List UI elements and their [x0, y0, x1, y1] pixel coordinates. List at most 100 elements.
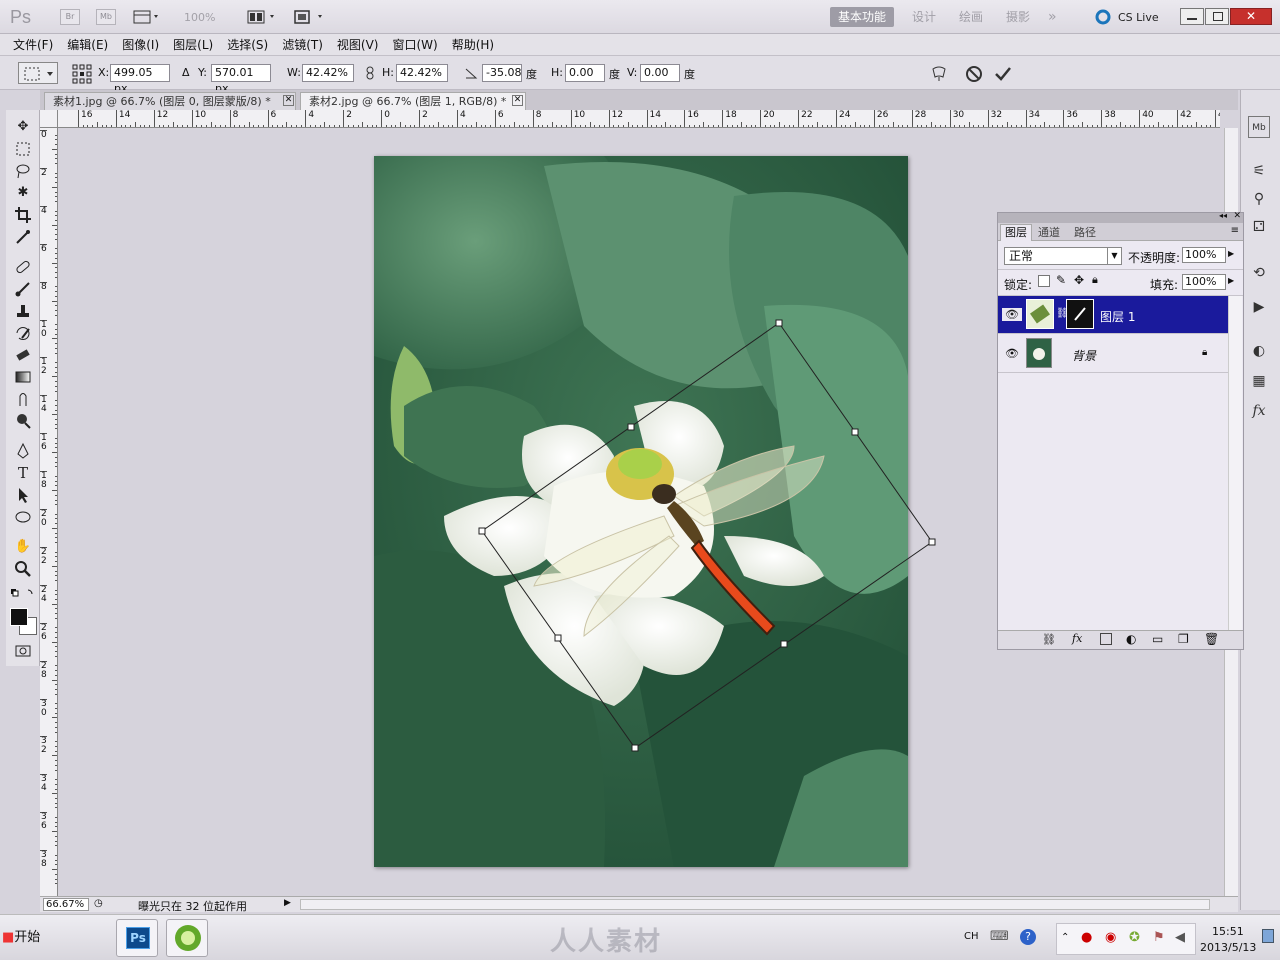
tab-paths[interactable]: 路径 [1070, 225, 1100, 241]
view-extras-button[interactable] [132, 9, 162, 25]
y-position-field[interactable]: 570.01 px [211, 64, 271, 95]
vertical-skew-field[interactable]: 0.00 [640, 64, 680, 82]
workspace-design[interactable]: 设计 [904, 7, 944, 27]
move-tool-icon[interactable]: ✥ [14, 118, 32, 136]
workspace-painting[interactable]: 绘画 [951, 7, 991, 27]
lock-pixels-icon[interactable]: ✎ [1056, 273, 1066, 287]
default-colors-icon[interactable] [10, 588, 36, 600]
adjustment-layer-icon[interactable]: ◐ [1126, 632, 1136, 646]
eyedropper-tool-icon[interactable] [14, 228, 32, 246]
type-tool-icon[interactable]: T [14, 464, 32, 482]
status-info-icon[interactable]: ◷ [94, 898, 108, 911]
menu-edit[interactable]: 编辑(E) [60, 34, 115, 56]
lock-all-icon[interactable]: 🔒︎ [1092, 273, 1098, 287]
styles-panel-icon[interactable]: fx [1248, 400, 1270, 422]
antivirus-icon[interactable]: ◉ [1105, 930, 1116, 945]
layers-scrollbar[interactable] [1228, 296, 1242, 630]
foreground-color-swatch[interactable] [10, 608, 28, 626]
lasso-tool-icon[interactable] [14, 162, 32, 180]
help-icon[interactable]: ? [1020, 929, 1036, 945]
more-workspaces-button[interactable]: » [1040, 7, 1065, 27]
lock-position-icon[interactable]: ✥ [1074, 273, 1084, 287]
relative-position-icon[interactable]: Δ [182, 66, 190, 79]
layer-mask-thumbnail[interactable] [1066, 299, 1094, 329]
swatches-panel-icon[interactable]: ▦ [1248, 370, 1270, 392]
cancel-transform-icon[interactable] [964, 64, 984, 84]
eraser-tool-icon[interactable] [14, 346, 32, 364]
menu-window[interactable]: 窗口(W) [385, 34, 444, 56]
adjustments-panel-icon[interactable]: ⚟ [1248, 160, 1270, 182]
quick-selection-tool-icon[interactable]: ✱ [14, 184, 32, 202]
path-selection-tool-icon[interactable] [14, 486, 32, 504]
rotation-angle-field[interactable]: -35.08 [482, 64, 522, 82]
bridge-button[interactable]: Br [60, 9, 80, 25]
warp-mode-icon[interactable] [930, 65, 948, 83]
workspace-essentials[interactable]: 基本功能 [830, 7, 895, 27]
mini-bridge-panel-icon[interactable]: Mb [1248, 116, 1270, 138]
new-group-icon[interactable]: ▭ [1152, 632, 1163, 646]
close-tab-icon[interactable]: ✕ [283, 95, 294, 106]
color-panel-icon[interactable]: ◐ [1248, 340, 1270, 362]
zoom-tool-icon[interactable] [14, 560, 32, 578]
healing-brush-tool-icon[interactable] [14, 258, 32, 276]
layer-row-layer-1[interactable]: 👁︎ ⛓ 图层 1 [998, 296, 1228, 334]
opacity-slider-arrow-icon[interactable]: ▶ [1228, 249, 1234, 258]
arrange-documents-button[interactable] [246, 9, 278, 25]
width-field[interactable]: 42.42% [302, 64, 354, 82]
quick-mask-icon[interactable] [14, 642, 32, 660]
zoom-level-select[interactable]: 100% [184, 11, 215, 24]
height-field[interactable]: 42.42% [396, 64, 448, 82]
collapse-panel-icon[interactable]: ◂◂ [1219, 211, 1227, 220]
marquee-tool-icon[interactable] [14, 140, 32, 158]
workspace-photography[interactable]: 摄影 [998, 7, 1038, 27]
horizontal-skew-field[interactable]: 0.00 [565, 64, 605, 82]
panel-titlebar[interactable]: ◂◂ ✕ [998, 211, 1243, 223]
fill-slider-arrow-icon[interactable]: ▶ [1228, 276, 1234, 285]
taskbar-app-2[interactable] [166, 919, 208, 957]
crop-tool-icon[interactable] [14, 206, 32, 224]
tab-document-2[interactable]: 素材2.jpg @ 66.7% (图层 1, RGB/8) * [300, 92, 526, 110]
mini-bridge-button[interactable]: Mb [96, 9, 116, 25]
delete-layer-icon[interactable]: 🗑︎ [1204, 632, 1219, 646]
free-transform-box[interactable] [374, 156, 974, 756]
tool-preset-picker[interactable] [18, 62, 58, 84]
restore-button[interactable] [1205, 8, 1229, 25]
lock-transparent-icon[interactable] [1038, 275, 1050, 287]
minimize-button[interactable] [1180, 8, 1204, 25]
status-menu-arrow-icon[interactable]: ▶ [284, 898, 296, 911]
add-mask-icon[interactable] [1100, 633, 1112, 645]
tab-layers[interactable]: 图层 [1000, 224, 1032, 241]
close-tab-icon[interactable]: ✕ [512, 95, 523, 106]
qq-icon[interactable]: ● [1081, 930, 1092, 945]
ellipse-tool-icon[interactable] [14, 508, 32, 526]
layer-name[interactable]: 图层 1 [1100, 308, 1135, 325]
network-icon[interactable]: ⚑ [1153, 930, 1165, 945]
gradient-tool-icon[interactable] [14, 368, 32, 386]
menu-layer[interactable]: 图层(L) [166, 34, 220, 56]
link-icon[interactable] [364, 66, 376, 80]
show-desktop-button[interactable] [1262, 929, 1274, 943]
chevron-down-icon[interactable]: ▼ [1107, 248, 1121, 264]
link-layers-icon[interactable]: ⛓ [1042, 633, 1056, 646]
close-panel-icon[interactable]: ✕ [1233, 211, 1241, 221]
menu-image[interactable]: 图像(I) [115, 34, 166, 56]
actions-panel-icon[interactable]: ▶ [1248, 296, 1270, 318]
pen-tool-icon[interactable] [14, 442, 32, 460]
visibility-eye-icon[interactable]: 👁︎ [1002, 347, 1022, 360]
history-panel-icon[interactable]: ⟲ [1248, 262, 1270, 284]
menu-view[interactable]: 视图(V) [330, 34, 386, 56]
close-window-button[interactable]: ✕ [1230, 8, 1272, 25]
menu-help[interactable]: 帮助(H) [445, 34, 501, 56]
start-button[interactable]: ■开始 [2, 925, 50, 951]
layer-name[interactable]: 背景 [1072, 347, 1096, 364]
security-icon[interactable]: ✪ [1129, 930, 1140, 945]
volume-icon[interactable]: ◀ [1175, 930, 1185, 945]
brush-tool-icon[interactable] [14, 280, 32, 298]
menu-filter[interactable]: 滤镜(T) [275, 34, 330, 56]
clone-source-panel-icon[interactable]: ⚁ [1248, 216, 1270, 238]
visibility-eye-icon[interactable]: 👁︎ [1002, 308, 1022, 321]
keyboard-icon[interactable]: ⌨ [990, 929, 1009, 944]
zoom-level-field[interactable]: 66.67% [43, 898, 89, 911]
tab-channels[interactable]: 通道 [1034, 225, 1064, 241]
commit-transform-icon[interactable] [993, 64, 1013, 84]
